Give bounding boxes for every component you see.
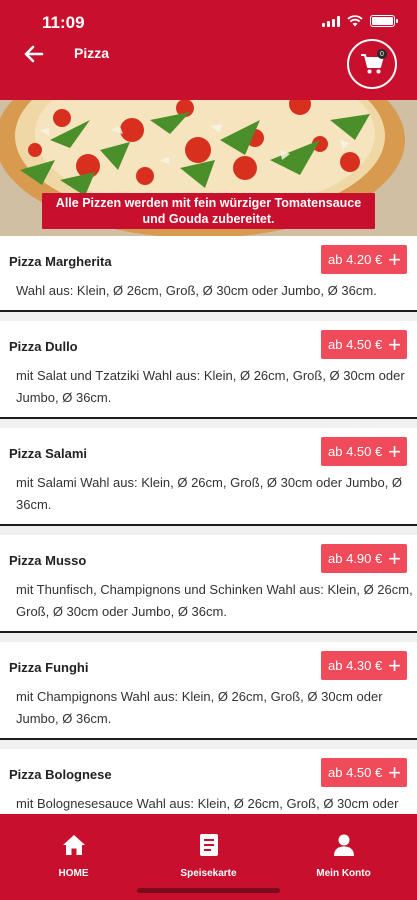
nav-account-label: Mein Konto xyxy=(316,868,371,879)
menu-item[interactable]: Pizza Margherita ab 4.20 € + Wahl aus: Kl… xyxy=(0,236,417,312)
cart-count-badge: 0 xyxy=(377,49,387,59)
item-price: ab 4.50 € xyxy=(328,337,383,352)
item-price: ab 4.50 € xyxy=(328,765,383,780)
item-description: mit Bolognesesauce Wahl aus: Klein, Ø 26… xyxy=(16,796,399,811)
person-icon xyxy=(333,834,354,856)
add-to-cart-button[interactable]: ab 4.50 € + xyxy=(321,758,407,787)
app-header: 11:09 Pizza 0 xyxy=(0,0,417,100)
page-title: Pizza xyxy=(74,45,110,61)
hero-info-banner: Alle Pizzen werden mit fein würziger Tom… xyxy=(42,193,375,229)
add-to-cart-button[interactable]: ab 4.50 € + xyxy=(321,330,407,359)
menu-item[interactable]: Pizza Dullo ab 4.50 € + mit Salat und Tza… xyxy=(0,321,417,419)
nav-speisekarte-label: Speisekarte xyxy=(180,868,237,879)
cellular-signal-icon xyxy=(322,15,340,27)
battery-icon xyxy=(370,15,398,27)
cart-button[interactable]: 0 xyxy=(347,39,397,89)
menu-list[interactable]: Pizza Margherita ab 4.20 € + Wahl aus: Kl… xyxy=(0,236,417,814)
item-name: Pizza Funghi xyxy=(9,660,89,675)
item-price: ab 4.90 € xyxy=(328,551,383,566)
wifi-icon xyxy=(347,15,363,27)
item-name: Pizza Margherita xyxy=(9,254,112,269)
menu-item[interactable]: Pizza Bolognese ab 4.50 € + mit Bolognese… xyxy=(0,749,417,814)
menu-item[interactable]: Pizza Musso ab 4.90 € + mit Thunfisch, Ch… xyxy=(0,535,417,633)
plus-icon: + xyxy=(388,438,401,464)
menu-item[interactable]: Pizza Salami ab 4.50 € + mit Salami Wahl … xyxy=(0,428,417,526)
item-price: ab 4.20 € xyxy=(328,252,383,267)
item-price: ab 4.50 € xyxy=(328,444,383,459)
status-time: 11:09 xyxy=(42,13,85,32)
plus-icon: + xyxy=(388,652,401,678)
item-name: Pizza Bolognese xyxy=(9,767,112,782)
menu-card-icon xyxy=(199,834,218,856)
add-to-cart-button[interactable]: ab 4.20 € + xyxy=(321,245,407,274)
nav-home[interactable]: HOME xyxy=(4,814,143,900)
item-name: Pizza Salami xyxy=(9,446,88,461)
item-description: Wahl aus: Klein, Ø 26cm, Groß, Ø 30cm od… xyxy=(16,283,377,298)
house-icon xyxy=(62,835,85,855)
status-icons xyxy=(322,15,398,27)
plus-icon: + xyxy=(388,759,401,785)
plus-icon: + xyxy=(388,331,401,357)
add-to-cart-button[interactable]: ab 4.90 € + xyxy=(321,544,407,573)
hero-banner-line1: Alle Pizzen werden mit fein würziger Tom… xyxy=(55,196,362,210)
item-name: Pizza Dullo xyxy=(9,339,78,354)
home-indicator[interactable] xyxy=(137,888,280,893)
back-arrow-icon[interactable] xyxy=(22,43,44,65)
nav-home-label: HOME xyxy=(58,868,89,879)
plus-icon: + xyxy=(388,545,401,571)
item-description: mit Champignons Wahl aus: Klein, Ø 26cm,… xyxy=(16,689,383,726)
plus-icon: + xyxy=(388,246,401,272)
add-to-cart-button[interactable]: ab 4.30 € + xyxy=(321,651,407,680)
menu-item[interactable]: Pizza Funghi ab 4.30 € + mit Champignons … xyxy=(0,642,417,740)
item-price: ab 4.30 € xyxy=(328,658,383,673)
item-description: mit Salami Wahl aus: Klein, Ø 26cm, Groß… xyxy=(16,475,403,512)
hero-banner-line2: und Gouda zubereitet. xyxy=(142,212,275,226)
nav-account[interactable]: Mein Konto xyxy=(274,814,413,900)
item-name: Pizza Musso xyxy=(9,553,87,568)
item-description: mit Thunfisch, Champignons und Schinken … xyxy=(16,582,413,619)
item-description: mit Salat und Tzatziki Wahl aus: Klein, … xyxy=(16,368,405,405)
hero-image: Alle Pizzen werden mit fein würziger Tom… xyxy=(0,100,417,236)
add-to-cart-button[interactable]: ab 4.50 € + xyxy=(321,437,407,466)
